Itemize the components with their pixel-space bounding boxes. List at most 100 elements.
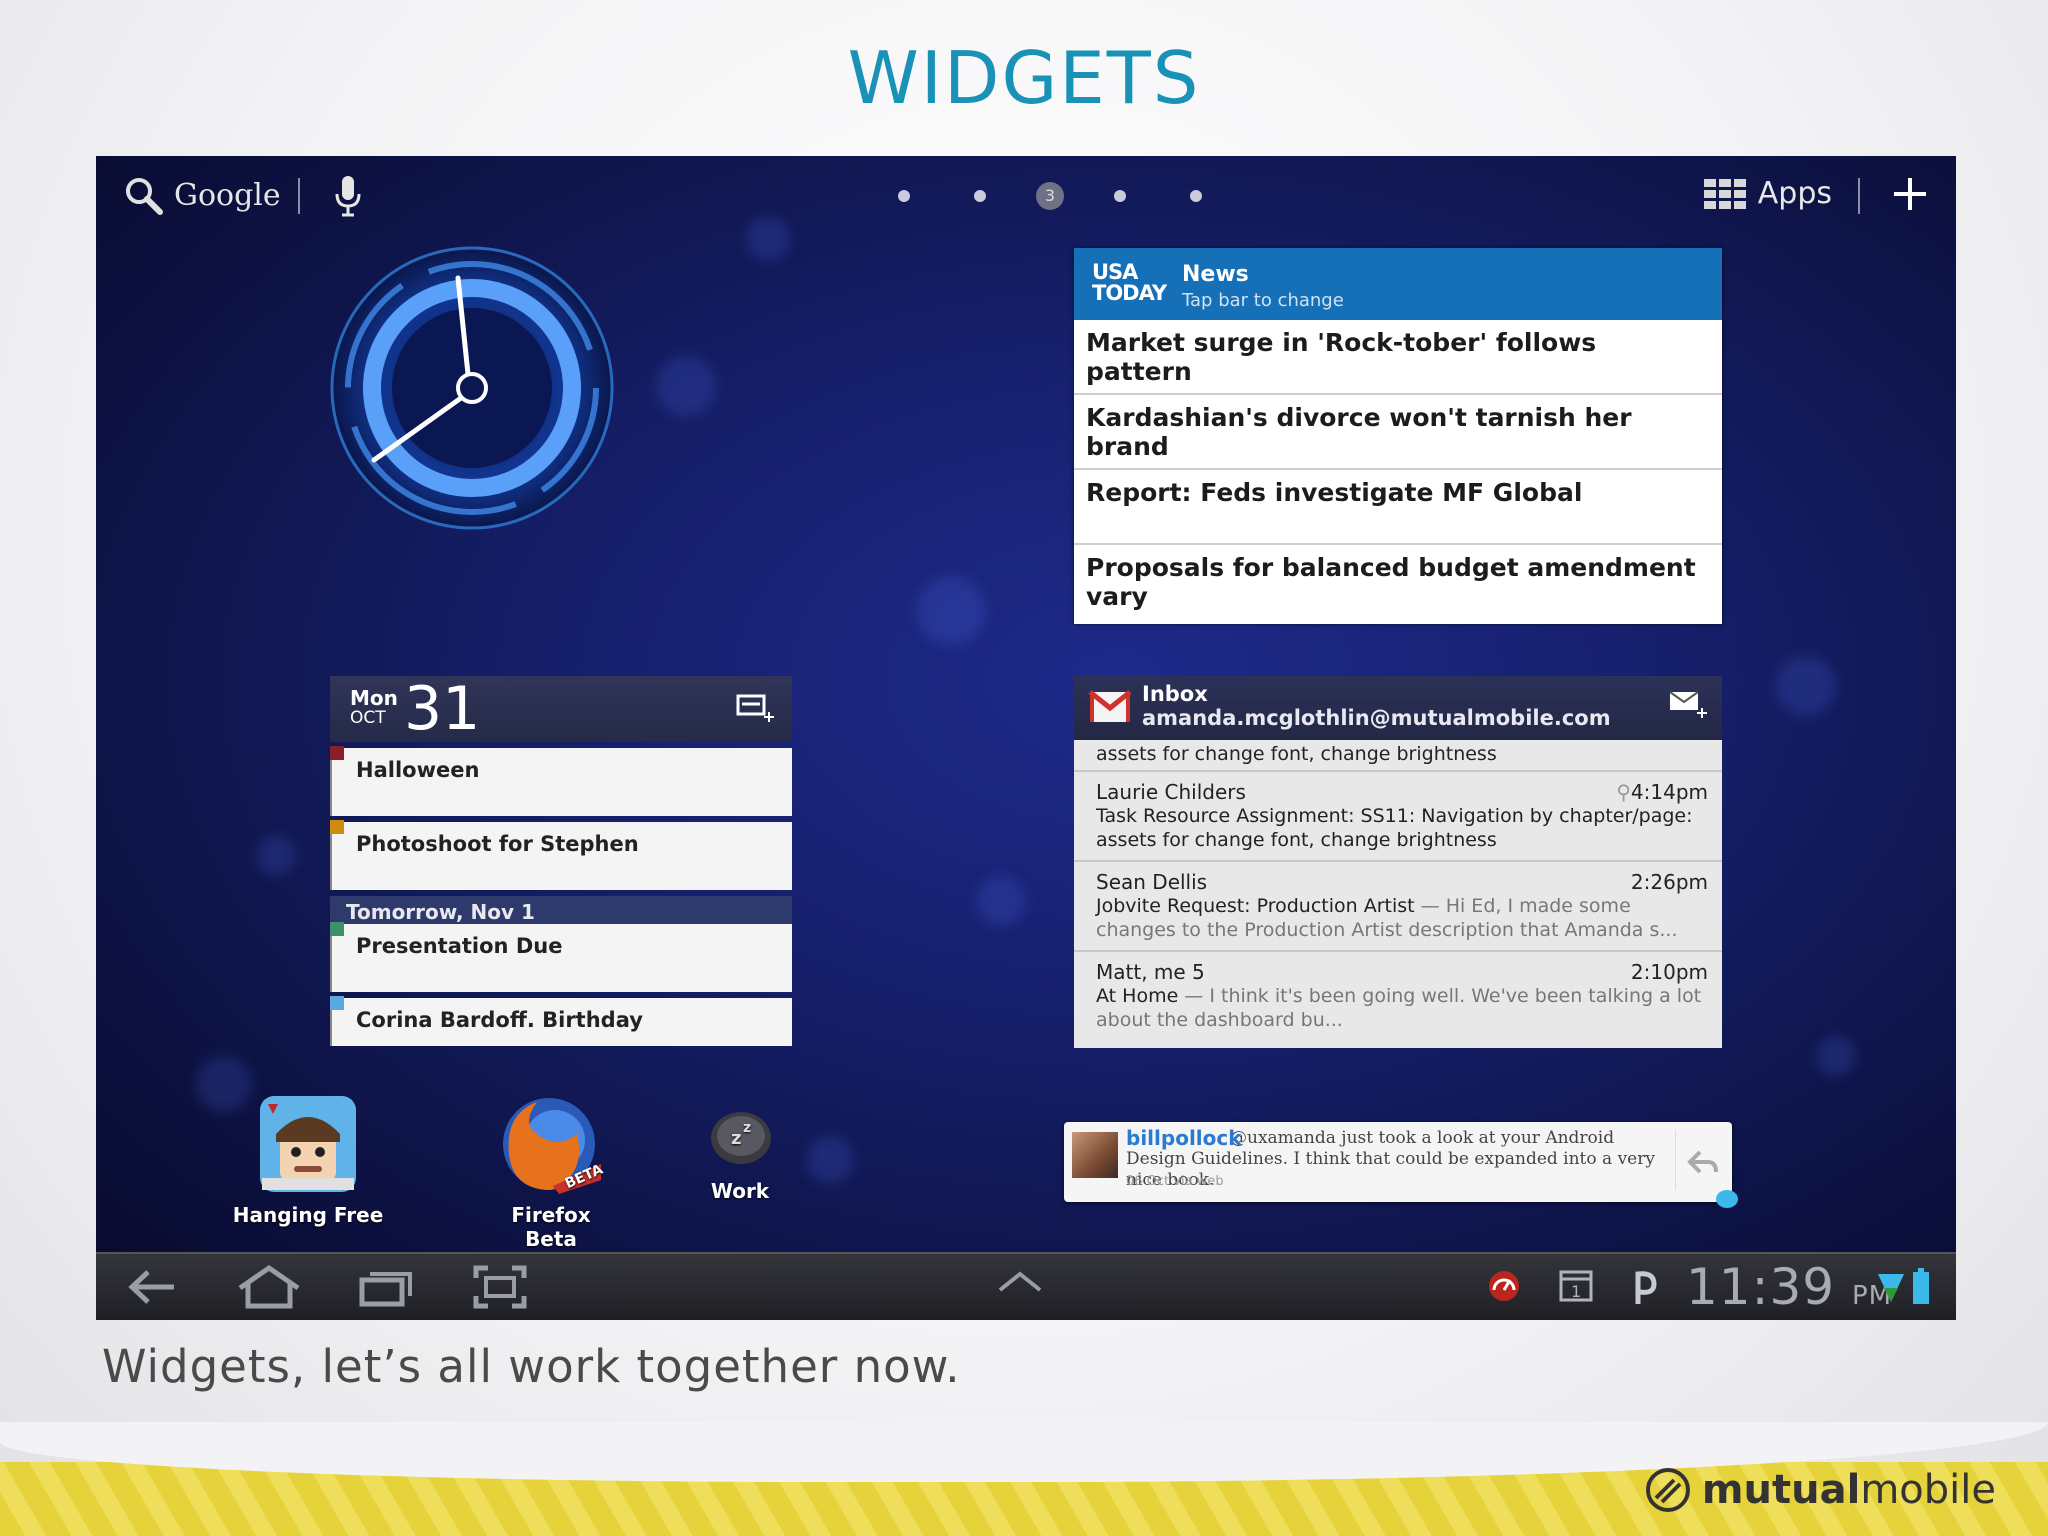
calendar-date: 31 (404, 674, 481, 744)
message-row[interactable]: Laurie Childers ⚲4:14pm Task Resource As… (1074, 772, 1722, 862)
recent-apps-button[interactable] (358, 1264, 414, 1314)
add-event-button[interactable] (736, 692, 776, 728)
message-row[interactable]: Matt, me 5 2:10pm At Home — I think it's… (1074, 952, 1722, 1040)
gmail-header[interactable]: Inbox amanda.mcglothlin@mutualmobile.com (1074, 676, 1722, 740)
message-subject: assets for change font, change brightnes… (1096, 743, 1497, 765)
mutual-mobile-logo-icon (1645, 1468, 1690, 1512)
news-headline[interactable]: Report: Feds investigate MF Global (1074, 470, 1722, 545)
compose-button[interactable] (1668, 688, 1708, 724)
apps-label: Apps (1757, 176, 1832, 211)
news-widget: USA TODAY News Tap bar to change Market … (1074, 248, 1722, 624)
tweet-meta: 06 Oct via web (1126, 1174, 1224, 1189)
event-title: Corina Bardoff. Birthday (356, 1008, 643, 1032)
svg-text:z: z (743, 1120, 751, 1136)
compose-mail-icon (1669, 691, 1707, 718)
brand-name-light: mobile (1860, 1467, 1996, 1513)
message-time: 2:10pm (1630, 960, 1708, 984)
twitter-bird-icon (1716, 1190, 1738, 1208)
message-row-partial[interactable]: assets for change font, change brightnes… (1074, 740, 1722, 772)
divider (1858, 178, 1860, 214)
add-widget-button[interactable] (1890, 174, 1930, 218)
wifi-status (1876, 1270, 1906, 1310)
google-label: Google (174, 177, 281, 213)
message-snippet: — I think it's been going well. We've be… (1096, 985, 1702, 1031)
firefox-beta-app-icon: BETA (503, 1098, 606, 1194)
bokeh-light (656, 356, 716, 416)
wifi-signal-icon (1878, 1274, 1904, 1302)
home-page-indicator[interactable]: 3 (866, 182, 1234, 210)
app-work-folder[interactable]: z z Work (690, 1106, 790, 1203)
add-event-icon (736, 694, 774, 722)
event-title: Halloween (356, 758, 480, 782)
calendar-notification-icon: 1 (1559, 1270, 1593, 1302)
reply-button[interactable] (1675, 1130, 1722, 1190)
news-header-bar[interactable]: USA TODAY News Tap bar to change (1074, 248, 1722, 320)
page-dot[interactable] (898, 190, 910, 202)
battery-icon (1913, 1268, 1929, 1304)
message-subject: Task Resource Assignment: SS11: Navigati… (1096, 805, 1693, 851)
home-icon (238, 1264, 300, 1309)
bokeh-light (1776, 656, 1836, 716)
hanging-free-app-icon (260, 1096, 356, 1192)
app-firefox-beta[interactable]: BETA Firefox Beta (486, 1094, 616, 1251)
calendar-event[interactable]: Presentation Due (330, 922, 792, 992)
apps-button[interactable]: Apps (1703, 176, 1832, 211)
apps-grid-icon (1703, 178, 1746, 209)
calendar-notification[interactable]: 1 (1558, 1268, 1594, 1308)
gmail-account: amanda.mcglothlin@mutualmobile.com (1142, 706, 1611, 730)
screenshot-icon (473, 1265, 527, 1309)
voice-search-button[interactable] (334, 174, 362, 222)
tweet-username[interactable]: billpollock (1126, 1126, 1242, 1150)
usa-today-logo: USA TODAY (1092, 260, 1167, 305)
work-folder-icon: z z (711, 1112, 771, 1164)
message-row[interactable]: Sean Dellis 2:26pm Jobvite Request: Prod… (1074, 862, 1722, 952)
page-dot[interactable] (1190, 190, 1202, 202)
event-color-marker (330, 820, 344, 834)
event-color-marker (330, 922, 344, 936)
svg-text:z: z (731, 1128, 741, 1149)
news-headline[interactable]: Proposals for balanced budget amendment … (1074, 545, 1722, 620)
chevron-up-icon (998, 1271, 1042, 1292)
calendar-event[interactable]: Photoshoot for Stephen (330, 820, 792, 890)
bokeh-light (806, 1136, 854, 1184)
calendar-header[interactable]: Mon OCT 31 (330, 674, 792, 744)
app-notification[interactable] (1630, 1268, 1660, 1310)
clock-face-icon (330, 246, 614, 530)
status-clock[interactable]: 11:39 PM (1686, 1258, 1892, 1316)
message-subject: At Home (1096, 985, 1179, 1007)
reply-icon (1687, 1150, 1718, 1174)
notification-icon[interactable] (1486, 1268, 1522, 1308)
message-preview: Jobvite Request: Production Artist — Hi … (1096, 894, 1708, 942)
page-dot-current[interactable]: 3 (1036, 182, 1064, 210)
slide-caption: Widgets, let’s all work together now. (102, 1340, 961, 1393)
message-time-text: 4:14pm (1630, 780, 1708, 804)
message-preview: At Home — I think it's been going well. … (1096, 984, 1708, 1032)
slide-title: WIDGETS (847, 36, 1201, 120)
clock-time: 11:39 (1686, 1258, 1836, 1316)
back-button[interactable] (124, 1264, 180, 1314)
news-headline[interactable]: Kardashian's divorce won't tarnish her b… (1074, 395, 1722, 470)
calendar-event[interactable]: Corina Bardoff. Birthday (330, 996, 792, 1046)
app-label: Hanging Free (232, 1203, 384, 1227)
calendar-day-of-week: Mon (350, 686, 398, 710)
google-search-button[interactable]: Google (122, 174, 281, 216)
screenshot-button[interactable] (472, 1264, 528, 1314)
analog-clock-widget[interactable] (322, 238, 622, 542)
page-dot[interactable] (1114, 190, 1126, 202)
menu-up-button[interactable] (996, 1268, 1044, 1302)
gmail-widget: Inbox amanda.mcglothlin@mutualmobile.com… (1074, 676, 1722, 1048)
gmail-message-list[interactable]: assets for change font, change brightnes… (1074, 740, 1722, 1048)
event-color-marker (330, 746, 344, 760)
twitter-widget[interactable]: @uxamanda just took a look at your Andro… (1064, 1122, 1738, 1208)
home-button[interactable] (236, 1264, 302, 1314)
app-hanging-free[interactable]: Hanging Free (232, 1094, 384, 1227)
battery-status (1912, 1268, 1930, 1310)
svg-text:1: 1 (1571, 1282, 1581, 1301)
page-dot[interactable] (974, 190, 986, 202)
news-headline[interactable]: Market surge in 'Rock-tober' follows pat… (1074, 320, 1722, 395)
calendar-event[interactable]: Halloween (330, 746, 792, 816)
app-label: Work (710, 1179, 770, 1203)
back-arrow-icon (128, 1270, 174, 1304)
message-sender: Matt, me 5 (1096, 960, 1205, 984)
message-subject: Jobvite Request: Production Artist (1096, 895, 1415, 917)
